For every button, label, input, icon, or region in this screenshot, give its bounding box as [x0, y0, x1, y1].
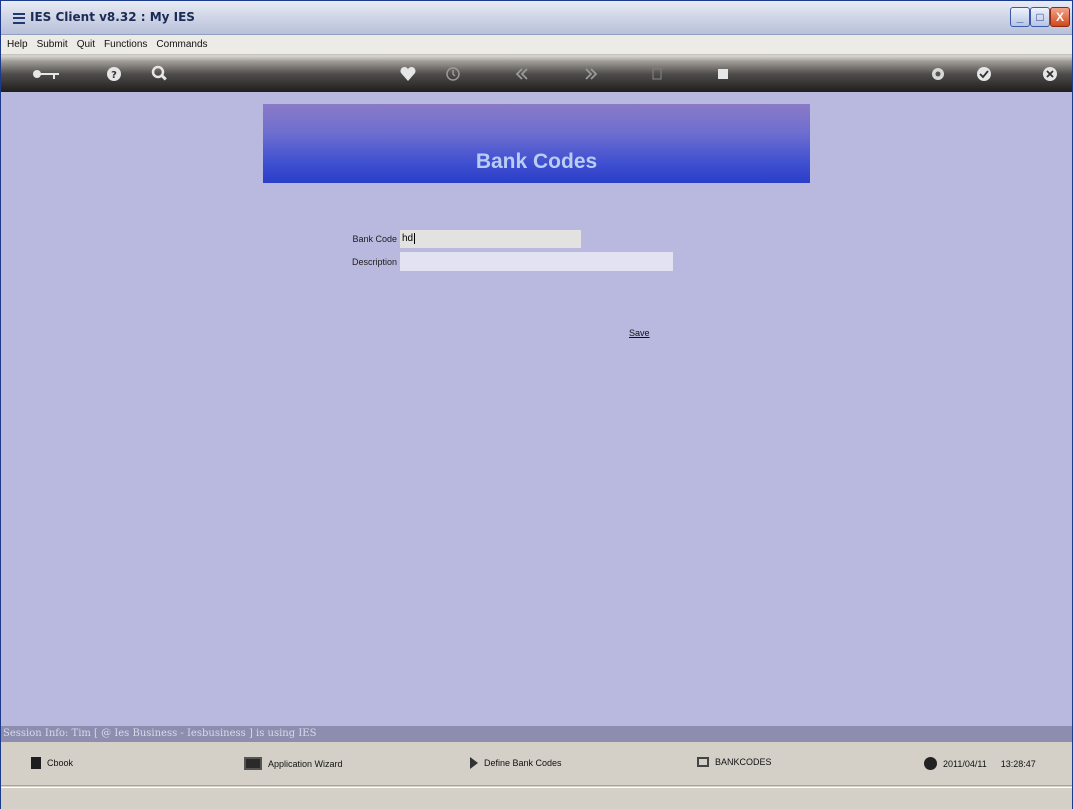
- menu-functions[interactable]: Functions: [104, 39, 147, 50]
- heart-icon[interactable]: [399, 65, 417, 83]
- app-window: IES Client v8.32 : My IES _ □ X Help Sub…: [0, 0, 1073, 809]
- codes-icon: [697, 757, 709, 767]
- date-label: 2011/04/11: [943, 758, 987, 769]
- wizard-icon: [244, 757, 262, 770]
- key-icon[interactable]: [31, 65, 61, 83]
- menu-quit[interactable]: Quit: [77, 39, 95, 50]
- maximize-button[interactable]: □: [1030, 7, 1050, 27]
- svg-text:?: ?: [111, 70, 117, 81]
- define-icon: [470, 757, 478, 769]
- define-label: Define Bank Codes: [484, 758, 562, 768]
- time-label: 13:28:47: [1000, 758, 1036, 769]
- form-banner: Bank Codes: [263, 104, 810, 183]
- menu-commands[interactable]: Commands: [156, 39, 207, 50]
- menu-bar: Help Submit Quit Functions Commands: [1, 35, 1072, 55]
- application-wizard-item[interactable]: Application Wizard: [244, 757, 343, 770]
- stop-icon[interactable]: [714, 65, 732, 83]
- gear-icon[interactable]: [929, 65, 947, 83]
- text-cursor: [414, 232, 416, 244]
- copy-icon[interactable]: [648, 65, 666, 83]
- form-title: Bank Codes: [475, 150, 598, 173]
- session-info: Session Info: Tim [ @ Ies Business - Ies…: [1, 726, 1072, 742]
- save-link[interactable]: Save: [629, 328, 650, 338]
- cbook-label: Cbook: [47, 758, 74, 768]
- cbook-item[interactable]: Cbook: [31, 757, 73, 769]
- window-title: IES Client v8.32 : My IES: [30, 10, 195, 24]
- toolbar: ?: [1, 56, 1072, 92]
- minimize-button[interactable]: _: [1010, 7, 1030, 27]
- app-menu-icon[interactable]: [13, 13, 25, 24]
- bank-code-field[interactable]: hd: [400, 230, 581, 248]
- bankcodes-item[interactable]: BANKCODES: [697, 757, 772, 767]
- help-icon[interactable]: ?: [105, 65, 123, 83]
- close-icon[interactable]: [1041, 65, 1059, 83]
- bottom-strip: [1, 787, 1072, 809]
- wizard-label: Application Wizard: [268, 758, 343, 769]
- bank-code-label: Bank Code: [352, 234, 397, 244]
- forward-icon[interactable]: [582, 65, 600, 83]
- menu-submit[interactable]: Submit: [37, 39, 68, 50]
- title-bar: IES Client v8.32 : My IES _ □ X: [1, 1, 1072, 35]
- status-bar: Cbook Application Wizard Define Bank Cod…: [1, 742, 1072, 786]
- description-field[interactable]: [400, 252, 673, 271]
- define-bank-codes-item[interactable]: Define Bank Codes: [470, 757, 562, 769]
- close-button[interactable]: X: [1050, 7, 1070, 27]
- datetime-item: 2011/04/11 13:28:47: [924, 757, 1036, 770]
- book-icon: [31, 757, 41, 769]
- bankcodes-label: BANKCODES: [715, 757, 772, 767]
- bank-code-value: hd: [402, 233, 414, 244]
- clock-icon[interactable]: [444, 65, 462, 83]
- description-label: Description: [351, 257, 397, 267]
- clock-icon: [924, 757, 937, 770]
- check-icon[interactable]: [975, 65, 993, 83]
- menu-help[interactable]: Help: [7, 39, 28, 50]
- main-panel: Bank Codes Bank Code hd Description Save: [1, 92, 1072, 726]
- rewind-icon[interactable]: [513, 65, 531, 83]
- search-icon[interactable]: [151, 65, 169, 83]
